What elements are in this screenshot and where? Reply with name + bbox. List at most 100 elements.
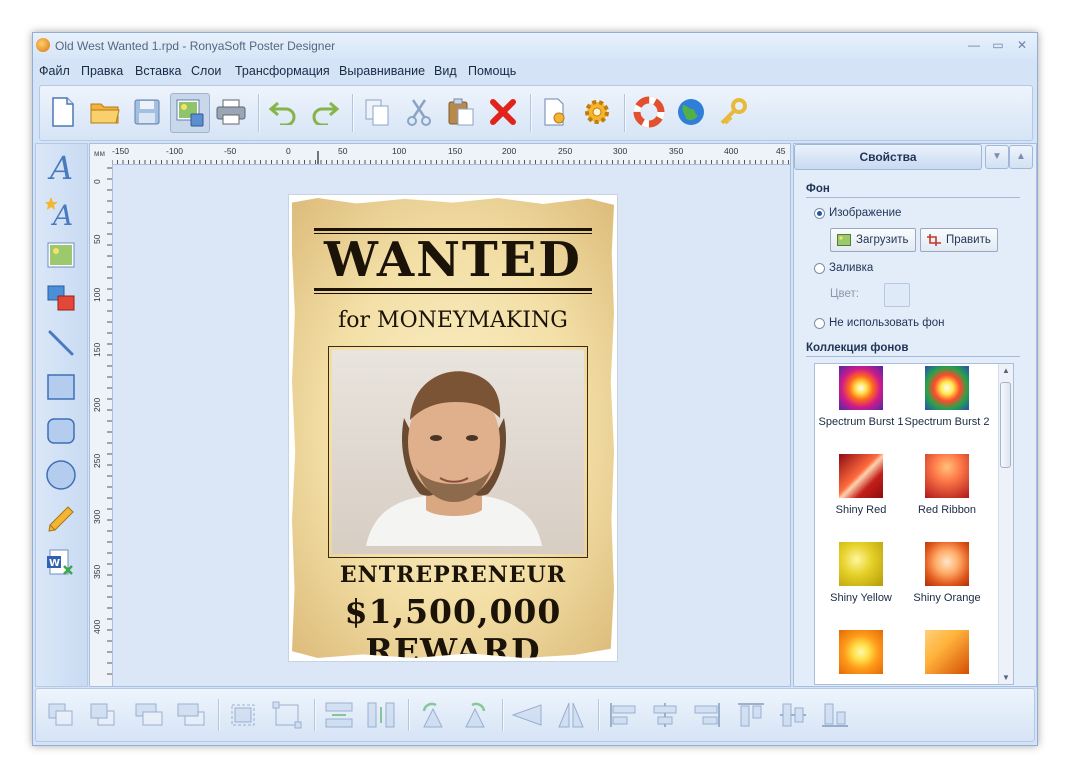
image-tool[interactable] <box>42 236 80 274</box>
pencil-tool[interactable] <box>42 500 80 538</box>
load-button[interactable]: Загрузить <box>830 228 916 252</box>
send-to-back-button[interactable] <box>86 698 120 732</box>
undo-button[interactable] <box>264 93 302 131</box>
rounded-rectangle-tool[interactable] <box>42 412 80 450</box>
undo-arrow-icon <box>268 101 296 125</box>
bring-forward-button[interactable] <box>132 698 166 732</box>
cut-button[interactable] <box>400 93 438 131</box>
open-folder-button[interactable] <box>86 93 124 131</box>
collection-section-title: Коллекция фонов <box>806 342 909 354</box>
gallery-item[interactable]: Shiny Red <box>817 454 905 516</box>
preferences-button[interactable] <box>578 93 616 131</box>
menu-transform[interactable]: Трансформация <box>235 64 330 78</box>
color-picker[interactable] <box>884 283 910 307</box>
flip-horizontal-button[interactable] <box>510 698 544 732</box>
align-middle-icon <box>780 703 806 727</box>
copy-button[interactable] <box>358 93 396 131</box>
radio-no-background[interactable]: Не использовать фон <box>814 317 944 329</box>
poster-name[interactable]: ENTREPRENEUR <box>292 562 614 588</box>
align-center-button[interactable] <box>648 698 682 732</box>
gallery-item[interactable]: Red Ribbon <box>903 454 991 516</box>
collapse-button[interactable]: ▼ <box>985 145 1009 169</box>
gallery-item[interactable] <box>817 630 905 680</box>
menu-help[interactable]: Помощь <box>468 64 516 78</box>
radio-image[interactable]: Изображение <box>814 207 901 219</box>
gallery-scrollbar[interactable]: ▲ ▼ <box>998 364 1013 684</box>
rotate-left-button[interactable] <box>416 698 450 732</box>
page-settings-button[interactable] <box>536 93 574 131</box>
line-tool[interactable] <box>42 324 80 362</box>
word-import-tool[interactable]: W <box>42 544 80 582</box>
radio-fill-label: Заливка <box>829 262 874 274</box>
group-button[interactable] <box>226 698 260 732</box>
text-tool[interactable]: A <box>42 148 80 186</box>
align-left-button[interactable] <box>606 698 640 732</box>
print-button[interactable] <box>212 93 250 131</box>
new-file-button[interactable] <box>44 93 82 131</box>
pencil-icon <box>48 506 74 532</box>
paste-button[interactable] <box>442 93 480 131</box>
gallery-thumbnail <box>839 454 883 498</box>
distribute-vertical-button[interactable] <box>364 698 398 732</box>
ruler-label: -50 <box>224 146 237 156</box>
scroll-up-icon[interactable]: ▲ <box>1002 366 1010 375</box>
save-as-image-button[interactable] <box>170 93 210 133</box>
radio-fill[interactable]: Заливка <box>814 262 873 274</box>
ruler-label: 0 <box>92 179 102 184</box>
gallery-item[interactable]: Shiny Orange <box>903 542 991 604</box>
poster-reward[interactable]: $1,500,000 REWARD <box>292 592 614 658</box>
poster-subtitle[interactable]: for MONEYMAKING <box>292 308 614 333</box>
flip-vertical-button[interactable] <box>554 698 588 732</box>
scrollbar-thumb[interactable] <box>1000 382 1011 468</box>
crop-icon <box>927 234 941 246</box>
save-button[interactable] <box>128 93 166 131</box>
menu-file[interactable]: Файл <box>39 64 70 78</box>
align-left-icon <box>610 703 636 727</box>
menu-layers[interactable]: Слои <box>191 64 221 78</box>
bring-to-front-button[interactable] <box>44 698 78 732</box>
edit-button[interactable]: Править <box>920 228 998 252</box>
svg-text:A: A <box>47 151 73 183</box>
menu-view[interactable]: Вид <box>434 64 457 78</box>
menu-insert[interactable]: Вставка <box>135 64 181 78</box>
delete-x-icon <box>490 99 516 125</box>
gallery-item[interactable] <box>903 630 991 680</box>
gallery-item[interactable]: Spectrum Burst 1 <box>817 366 905 428</box>
help-button[interactable] <box>630 93 668 131</box>
poster-photo[interactable] <box>328 346 588 558</box>
menu-edit[interactable]: Правка <box>81 64 123 78</box>
ellipse-tool[interactable] <box>42 456 80 494</box>
rectangle-tool[interactable] <box>42 368 80 406</box>
ruler-label: -100 <box>166 146 184 156</box>
properties-header[interactable]: Свойства <box>794 144 982 170</box>
ruler-label: 0 <box>286 146 291 156</box>
delete-button[interactable] <box>484 93 522 131</box>
gallery-item[interactable]: Shiny Yellow <box>817 542 905 604</box>
gallery-item[interactable]: Spectrum Burst 2 <box>903 366 991 428</box>
align-top-button[interactable] <box>734 698 768 732</box>
activate-key-button[interactable] <box>714 93 752 131</box>
ungroup-button[interactable] <box>270 698 304 732</box>
poster-page[interactable]: WANTED for MONEYMAKING ENTREPRENEUR $1,5… <box>288 194 618 662</box>
poster-title[interactable]: WANTED <box>292 232 614 288</box>
rotate-right-button[interactable] <box>458 698 492 732</box>
expand-button[interactable]: ▲ <box>1009 145 1033 169</box>
align-middle-button[interactable] <box>776 698 810 732</box>
canvas-area[interactable]: мм -150 -100 -50 0 50 100 150 200 250 30… <box>89 143 791 687</box>
redo-button[interactable] <box>306 93 344 131</box>
align-right-button[interactable] <box>690 698 724 732</box>
gallery-thumbnail <box>925 454 969 498</box>
clipart-tool[interactable] <box>42 280 80 318</box>
curved-text-tool[interactable]: A <box>42 192 80 230</box>
maximize-button[interactable]: ▭ <box>989 37 1007 53</box>
distribute-horizontal-button[interactable] <box>322 698 356 732</box>
website-button[interactable] <box>672 93 710 131</box>
scroll-down-icon[interactable]: ▼ <box>1002 673 1010 682</box>
minimize-button[interactable]: — <box>965 37 983 53</box>
background-gallery[interactable]: Spectrum Burst 1 Spectrum Burst 2 Shiny … <box>814 363 1014 685</box>
send-backward-button[interactable] <box>174 698 208 732</box>
align-bottom-button[interactable] <box>818 698 852 732</box>
gallery-thumbnail <box>925 630 969 674</box>
menu-align[interactable]: Выравнивание <box>339 64 425 78</box>
close-button[interactable]: ✕ <box>1013 37 1031 53</box>
